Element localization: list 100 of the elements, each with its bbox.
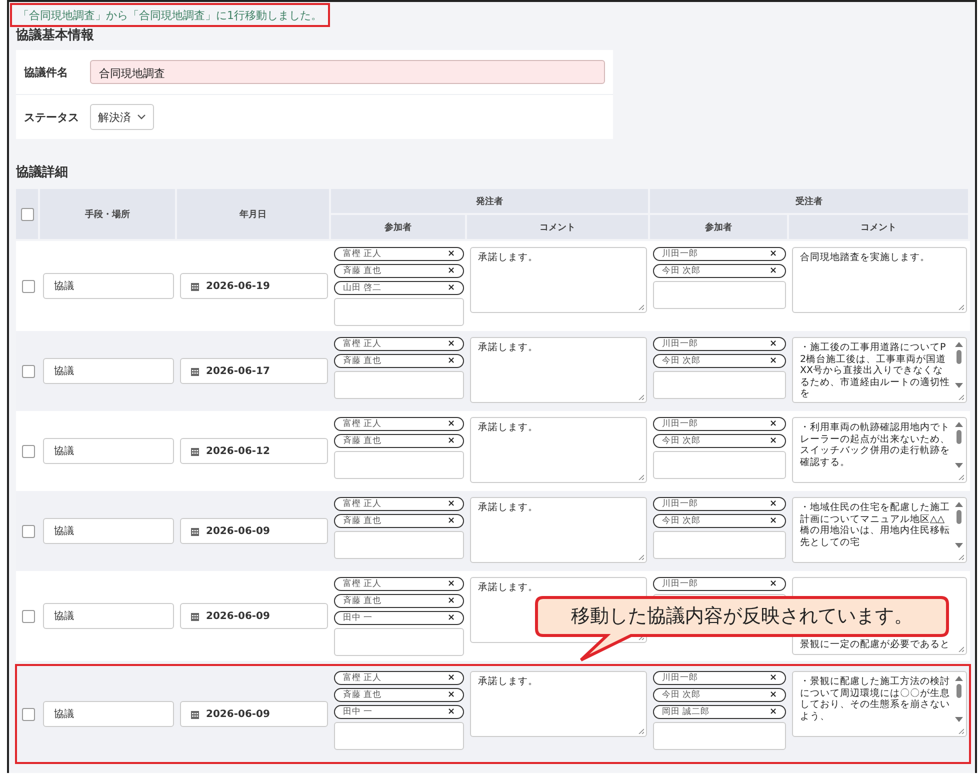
method-field[interactable]: 協議 [43, 518, 174, 544]
comment-field[interactable]: ・施工後の工事用道路についてP2橋台施工後は、工事車両が国道XX号から直接出入りできなくなるため、市道経由ルートの適切性を [792, 337, 967, 403]
participant-name: 今田 次郎 [662, 689, 701, 701]
remove-button[interactable]: × [769, 266, 777, 276]
participant-name: 川田一郎 [662, 338, 698, 350]
remove-button[interactable]: × [769, 690, 777, 700]
remove-button[interactable]: × [447, 500, 455, 508]
resize-grip-icon [638, 394, 644, 400]
method-field[interactable]: 協議 [43, 273, 174, 299]
remove-button[interactable]: × [447, 340, 455, 348]
participant-input[interactable] [334, 371, 464, 399]
title-field[interactable]: 合同現地調査 [90, 60, 605, 84]
participant-input[interactable] [334, 628, 464, 656]
remove-button[interactable]: × [769, 580, 777, 588]
method-field[interactable]: 協議 [43, 438, 174, 464]
date-field[interactable]: 2026-06-19 [180, 273, 328, 299]
row-checkbox[interactable] [22, 364, 34, 378]
remove-button[interactable]: × [447, 614, 455, 622]
participant-name: 今田 次郎 [662, 435, 701, 447]
remove-button[interactable]: × [769, 340, 777, 348]
remove-button[interactable]: × [447, 580, 455, 588]
remove-button[interactable]: × [769, 420, 777, 428]
remove-button[interactable]: × [447, 516, 455, 526]
participant-input[interactable] [653, 722, 786, 750]
column-header: 参加者 [331, 215, 467, 241]
date-field[interactable]: 2026-06-09 [180, 701, 328, 727]
row-checkbox[interactable] [22, 280, 34, 292]
participant-name: 富樫 正人 [343, 418, 382, 430]
column-header: コメント [789, 215, 970, 241]
date-field[interactable]: 2026-06-09 [180, 603, 328, 629]
date-field[interactable]: 2026-06-12 [180, 438, 328, 464]
scrollbar-icon [954, 341, 964, 389]
remove-button[interactable]: × [447, 436, 455, 446]
resize-grip-icon [638, 474, 644, 480]
remove-button[interactable]: × [769, 674, 777, 682]
remove-button[interactable]: × [447, 284, 455, 292]
participant-name: 川田一郎 [662, 672, 698, 684]
row-checkbox[interactable] [22, 524, 34, 538]
resize-grip-icon [638, 728, 644, 734]
participant-input[interactable] [653, 451, 786, 479]
remove-button[interactable]: × [447, 250, 455, 258]
comment-field[interactable]: 承諾します。 [470, 337, 647, 403]
method-field[interactable]: 協議 [43, 603, 174, 629]
row-checkbox[interactable] [22, 444, 34, 458]
participant-name: 富樫 正人 [343, 338, 382, 350]
column-header: 参加者 [650, 215, 789, 241]
comment-field[interactable]: 承諾します。 [470, 247, 647, 313]
participant-name: 富樫 正人 [343, 498, 382, 510]
column-header: 年月日 [177, 189, 331, 241]
participant-name: 今田 次郎 [662, 515, 701, 527]
participant-input[interactable] [653, 281, 786, 309]
participant-input[interactable] [334, 531, 464, 559]
method-field[interactable]: 協議 [43, 701, 174, 727]
column-header: コメント [467, 215, 650, 241]
remove-button[interactable]: × [447, 356, 455, 366]
comment-field[interactable]: 承諾します。 [470, 671, 647, 737]
comment-field[interactable]: 合同現地踏査を実施します。 [792, 247, 967, 313]
remove-button[interactable]: × [769, 516, 777, 526]
remove-button[interactable]: × [769, 500, 777, 508]
remove-button[interactable]: × [769, 356, 777, 366]
participant-input[interactable] [334, 722, 464, 750]
remove-button[interactable]: × [447, 690, 455, 700]
remove-button[interactable]: × [769, 708, 777, 716]
participant-input[interactable] [653, 371, 786, 399]
row-checkbox[interactable] [22, 708, 34, 720]
select-all-checkbox[interactable] [20, 208, 34, 220]
comment-field[interactable]: ・利用車両の軌跡確認用地内でトレーラーの起点が出来ないため、スイッチバック併用の走行軌跡を確認する。 [792, 417, 967, 483]
participant-name: 斉藤 直也 [343, 515, 382, 527]
participant-name: 今田 次郎 [662, 265, 701, 277]
chevron-down-icon [137, 114, 146, 120]
remove-button[interactable]: × [447, 708, 455, 716]
remove-button[interactable]: × [447, 674, 455, 682]
calendar-icon [191, 526, 199, 536]
method-field[interactable]: 協議 [43, 358, 174, 384]
participant-input[interactable] [334, 298, 464, 326]
remove-button[interactable]: × [447, 596, 455, 606]
comment-field[interactable]: ・地域住民の住宅を配慮した施工計画についてマニュアル地区△△橋の用地沿いは、用地内住民移転先としての宅 [792, 497, 967, 563]
participant-name: 斉藤 直也 [343, 595, 382, 607]
status-dropdown[interactable]: 解決済 [90, 104, 154, 130]
remove-button[interactable]: × [447, 266, 455, 276]
participant-name: 川田一郎 [662, 498, 698, 510]
comment-field[interactable]: ・景観に配慮した施工方法の検討について周辺環境には〇〇が生息しており、その生態系を崩さないよう、 [792, 671, 967, 737]
comment-field[interactable]: 承諾します。 [470, 417, 647, 483]
remove-button[interactable]: × [769, 250, 777, 258]
date-field[interactable]: 2026-06-09 [180, 518, 328, 544]
participant-name: 富樫 正人 [343, 248, 382, 260]
remove-button[interactable]: × [769, 436, 777, 446]
section-title: 協議基本情報 [16, 26, 95, 44]
comment-field[interactable]: 承諾します。 [470, 497, 647, 563]
participant-name: 川田一郎 [662, 248, 698, 260]
participant-input[interactable] [653, 531, 786, 559]
calendar-icon [191, 446, 199, 456]
participant-input[interactable] [334, 451, 464, 479]
participant-name: 田中 一 [343, 612, 373, 624]
section-title: 協議詳細 [16, 164, 69, 181]
status-message: 「合同現地調査」から「合同現地調査」に1行移動しました。 [10, 3, 330, 27]
row-checkbox[interactable] [22, 610, 34, 622]
date-field[interactable]: 2026-06-17 [180, 358, 328, 384]
participant-name: 斉藤 直也 [343, 265, 382, 277]
remove-button[interactable]: × [447, 420, 455, 428]
